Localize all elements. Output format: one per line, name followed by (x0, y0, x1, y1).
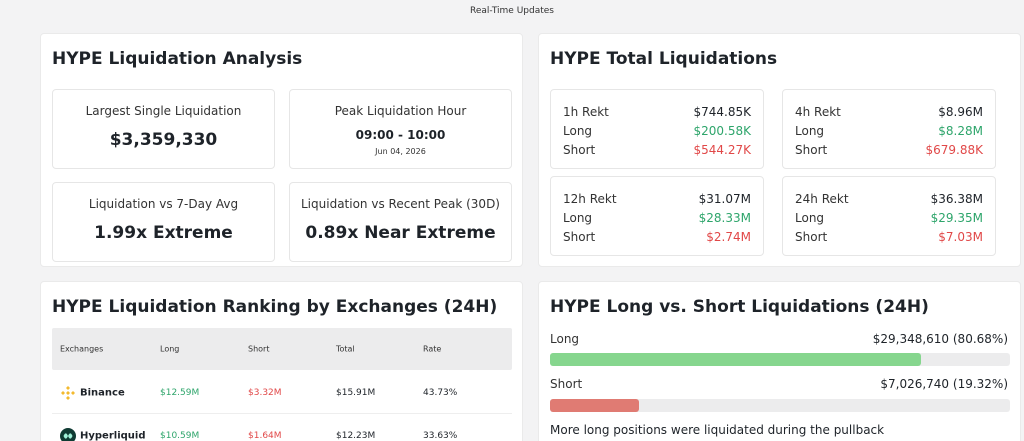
rekt-1h-total: $744.85K (693, 105, 752, 119)
exchange-total: $12.23M (336, 430, 376, 441)
table-row[interactable]: Binance $12.59M $3.32M $15.91M 43.73% (52, 372, 512, 414)
largest-liquidation-label: Largest Single Liquidation (85, 104, 242, 118)
exchange-rate: 33.63% (423, 430, 458, 441)
vs-7day-stat: Liquidation vs 7-Day Avg 1.99x Extreme (52, 182, 275, 262)
ranking-table-header: Exchanges Long Short Total Rate (52, 328, 512, 370)
exchange-short: $3.32M (248, 387, 282, 398)
rekt-1h-block: 1h Rekt $744.85K Long $200.58K Short $544.2… (550, 89, 764, 169)
long-value: $29,348,610 (80.68%) (872, 332, 1008, 346)
rekt-1h-long-label: Long (563, 124, 593, 138)
rekt-24h-long-label: Long (795, 211, 825, 225)
vs-peak-label: Liquidation vs Recent Peak (30D) (301, 197, 500, 211)
rekt-4h-short: $679.88K (925, 143, 984, 157)
rekt-12h-total: $31.07M (698, 192, 751, 206)
rekt-4h-long-label: Long (795, 124, 825, 138)
rekt-4h-short-label: Short (795, 143, 828, 157)
total-liquidations-card: HYPE Total Liquidations 1h Rekt $744.85K … (538, 33, 1021, 267)
short-value: $7,026,740 (19.32%) (880, 377, 1008, 391)
col-short: Short (248, 344, 270, 354)
col-rate: Rate (423, 344, 442, 354)
rekt-24h-block: 24h Rekt $36.38M Long $29.35M Short $7.03M (782, 176, 996, 256)
long-short-note: More long positions were liquidated duri… (550, 423, 885, 437)
rekt-4h-block: 4h Rekt $8.96M Long $8.28M Short $679.88K (782, 89, 996, 169)
hyperliquid-logo-icon (60, 427, 76, 441)
col-long: Long (160, 344, 180, 354)
exchange-long: $12.59M (160, 387, 200, 398)
rekt-4h-label: 4h Rekt (795, 105, 841, 119)
rekt-1h-long: $200.58K (693, 124, 752, 138)
rekt-12h-short: $2.74M (706, 230, 751, 244)
exchange-total: $15.91M (336, 387, 376, 398)
short-label: Short (550, 377, 583, 391)
peak-hour-date: Jun 04, 2026 (375, 147, 426, 156)
page-header-title: Real-Time Updates (470, 6, 554, 16)
total-liquidations-title: HYPE Total Liquidations (550, 49, 778, 69)
largest-liquidation-stat: Largest Single Liquidation $3,359,330 (52, 89, 275, 169)
long-short-title: HYPE Long vs. Short Liquidations (24H) (550, 297, 929, 317)
short-progress-fill (550, 399, 639, 412)
col-exchanges: Exchanges (60, 344, 104, 354)
rekt-24h-total: $36.38M (930, 192, 983, 206)
binance-logo-icon (61, 385, 75, 400)
rekt-12h-short-label: Short (563, 230, 596, 244)
short-progress-bar (550, 399, 1010, 412)
exchange-short: $1.64M (248, 430, 282, 441)
table-row[interactable]: Hyperliquid $10.59M $1.64M $12.23M 33.63… (52, 415, 512, 441)
vs-peak-stat: Liquidation vs Recent Peak (30D) 0.89x N… (289, 182, 512, 262)
rekt-4h-total: $8.96M (938, 105, 983, 119)
rekt-1h-label: 1h Rekt (563, 105, 609, 119)
rekt-12h-long-label: Long (563, 211, 593, 225)
liquidation-analysis-title: HYPE Liquidation Analysis (52, 49, 303, 69)
liquidation-analysis-card: HYPE Liquidation Analysis Largest Single… (40, 33, 523, 267)
exchange-name: Binance (80, 387, 125, 398)
vs-7day-label: Liquidation vs 7-Day Avg (88, 197, 239, 211)
rekt-1h-short: $544.27K (693, 143, 752, 157)
exchange-ranking-card: HYPE Liquidation Ranking by Exchanges (2… (40, 281, 523, 441)
long-progress-bar (550, 353, 1010, 366)
exchange-long: $10.59M (160, 430, 200, 441)
rekt-12h-label: 12h Rekt (563, 192, 617, 206)
peak-hour-label: Peak Liquidation Hour (334, 104, 467, 118)
exchange-name: Hyperliquid (80, 430, 146, 441)
exchange-ranking-title: HYPE Liquidation Ranking by Exchanges (2… (52, 297, 498, 317)
largest-liquidation-value: $3,359,330 (109, 130, 218, 150)
rekt-24h-short: $7.03M (938, 230, 983, 244)
rekt-12h-long: $28.33M (698, 211, 751, 225)
rekt-1h-short-label: Short (563, 143, 596, 157)
long-short-card: HYPE Long vs. Short Liquidations (24H) L… (538, 281, 1021, 441)
rekt-24h-label: 24h Rekt (795, 192, 849, 206)
vs-peak-value: 0.89x Near Extreme (305, 223, 496, 243)
col-total: Total (336, 344, 355, 354)
rekt-24h-long: $29.35M (930, 211, 983, 225)
peak-hour-stat: Peak Liquidation Hour 09:00 - 10:00 Jun … (289, 89, 512, 169)
vs-7day-value: 1.99x Extreme (94, 223, 233, 243)
exchange-rate: 43.73% (423, 387, 458, 398)
long-label: Long (550, 332, 580, 346)
peak-hour-value: 09:00 - 10:00 (355, 128, 446, 142)
rekt-12h-block: 12h Rekt $31.07M Long $28.33M Short $2.74M (550, 176, 764, 256)
rekt-24h-short-label: Short (795, 230, 828, 244)
long-progress-fill (550, 353, 922, 366)
rekt-4h-long: $8.28M (938, 124, 983, 138)
